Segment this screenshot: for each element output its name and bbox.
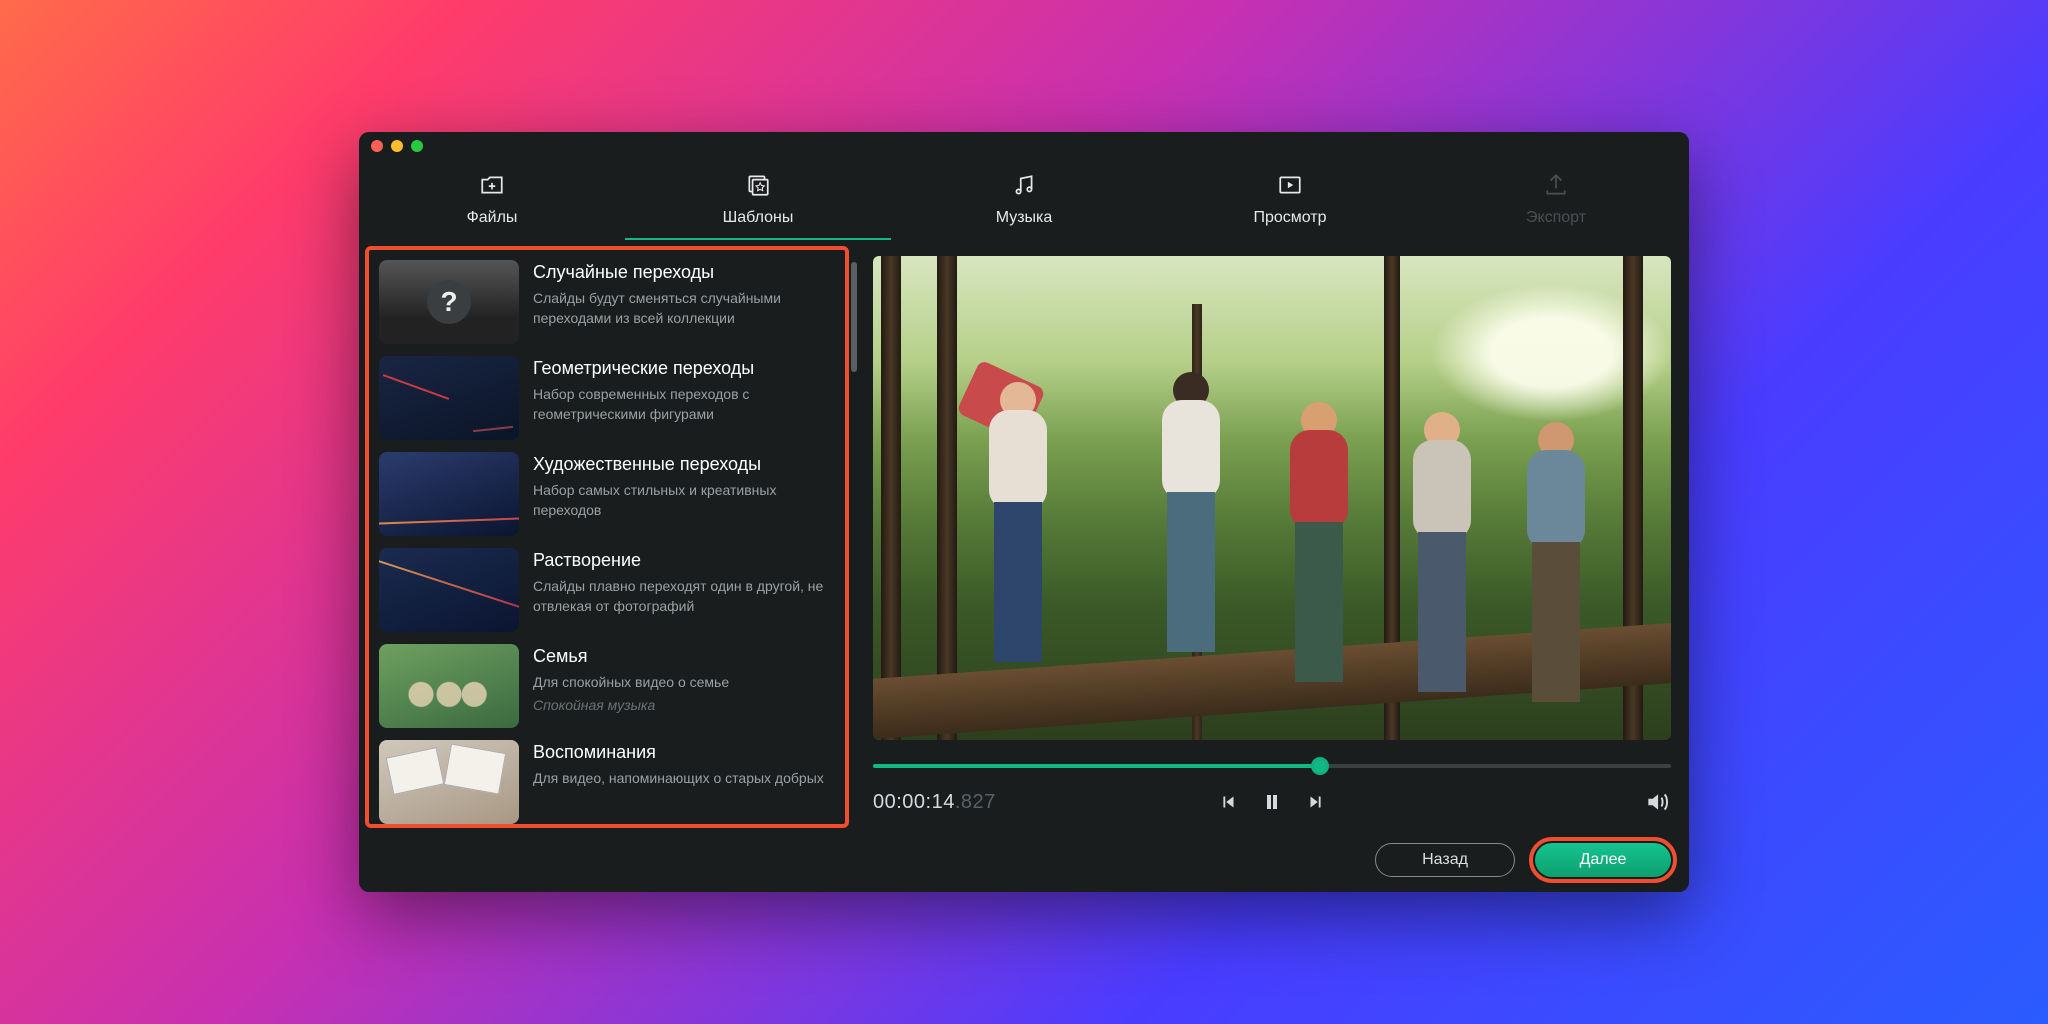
template-item-family[interactable]: Семья Для спокойных видео о семье Спокой…: [379, 644, 837, 728]
progress-track[interactable]: [873, 764, 1671, 768]
template-item-memories[interactable]: Воспоминания Для видео, напоминающих о с…: [379, 740, 837, 824]
sidebar-wrapper: ? Случайные переходы Слайды будут сменят…: [359, 240, 859, 834]
preview-area: 00:00:14.827: [859, 240, 1689, 834]
template-desc: Слайды будут сменяться случайными перехо…: [533, 289, 837, 328]
template-thumb: [379, 548, 519, 632]
progress-fill: [873, 764, 1320, 768]
template-desc: Набор самых стильных и креативных перехо…: [533, 481, 837, 520]
template-title: Геометрические переходы: [533, 358, 837, 379]
template-item-random[interactable]: ? Случайные переходы Слайды будут сменят…: [379, 260, 837, 344]
template-thumb: [379, 356, 519, 440]
templates-icon: [745, 172, 771, 203]
play-controls: [1215, 789, 1329, 815]
titlebar: [359, 132, 1689, 160]
export-icon: [1543, 172, 1569, 203]
window-minimize-button[interactable]: [391, 140, 403, 152]
sidebar-scrollbar[interactable]: [849, 246, 859, 828]
next-button-highlight: Далее: [1529, 837, 1677, 883]
tab-export-label: Экспорт: [1526, 209, 1586, 227]
timecode: 00:00:14.827: [873, 791, 996, 814]
timecode-ms: .827: [955, 791, 996, 813]
pause-button[interactable]: [1259, 789, 1285, 815]
tab-preview[interactable]: Просмотр: [1157, 160, 1423, 240]
template-thumb: [379, 740, 519, 824]
window-maximize-button[interactable]: [411, 140, 423, 152]
preview-image: [873, 256, 1671, 740]
scrollbar-thumb[interactable]: [851, 262, 857, 372]
template-item-geometric[interactable]: Геометрические переходы Набор современны…: [379, 356, 837, 440]
template-desc: Набор современных переходов с геометриче…: [533, 385, 837, 424]
template-info: Геометрические переходы Набор современны…: [533, 356, 837, 440]
next-button[interactable]: Далее: [1535, 843, 1671, 877]
tab-templates-label: Шаблоны: [723, 209, 794, 227]
music-icon: [1011, 172, 1037, 203]
template-sidebar: ? Случайные переходы Слайды будут сменят…: [365, 246, 849, 828]
template-thumb: [379, 644, 519, 728]
playback-controls-row: 00:00:14.827: [873, 780, 1671, 824]
template-info: Воспоминания Для видео, напоминающих о с…: [533, 740, 837, 824]
files-icon: [479, 172, 505, 203]
step-back-button[interactable]: [1215, 789, 1241, 815]
template-title: Случайные переходы: [533, 262, 837, 283]
template-desc: Для спокойных видео о семье: [533, 673, 837, 693]
progress-bar[interactable]: [873, 740, 1671, 780]
progress-knob[interactable]: [1311, 757, 1329, 775]
template-hint: Спокойная музыка: [533, 697, 837, 713]
template-list[interactable]: ? Случайные переходы Слайды будут сменят…: [369, 250, 845, 824]
template-info: Семья Для спокойных видео о семье Спокой…: [533, 644, 837, 728]
template-info: Растворение Слайды плавно переходят один…: [533, 548, 837, 632]
template-thumb: [379, 452, 519, 536]
main-area: ? Случайные переходы Слайды будут сменят…: [359, 240, 1689, 834]
tab-files-label: Файлы: [467, 209, 518, 227]
back-button-label: Назад: [1422, 851, 1468, 869]
tab-music-label: Музыка: [996, 209, 1053, 227]
template-desc: Для видео, напоминающих о старых добрых: [533, 769, 837, 789]
window-close-button[interactable]: [371, 140, 383, 152]
timecode-main: 00:00:14: [873, 791, 955, 813]
preview-icon: [1277, 172, 1303, 203]
template-title: Растворение: [533, 550, 837, 571]
app-window: Файлы Шаблоны Музыка Просмотр Экспорт: [359, 132, 1689, 892]
template-info: Художественные переходы Набор самых стил…: [533, 452, 837, 536]
back-button[interactable]: Назад: [1375, 843, 1515, 877]
tab-templates[interactable]: Шаблоны: [625, 160, 891, 240]
template-title: Семья: [533, 646, 837, 667]
tab-music[interactable]: Музыка: [891, 160, 1157, 240]
template-title: Художественные переходы: [533, 454, 837, 475]
top-tabs: Файлы Шаблоны Музыка Просмотр Экспорт: [359, 160, 1689, 240]
template-item-artistic[interactable]: Художественные переходы Набор самых стил…: [379, 452, 837, 536]
next-button-label: Далее: [1580, 851, 1627, 869]
question-mark-icon: ?: [427, 280, 471, 324]
preview-canvas[interactable]: [873, 256, 1671, 740]
template-desc: Слайды плавно переходят один в другой, н…: [533, 577, 837, 616]
template-thumb: ?: [379, 260, 519, 344]
tab-files[interactable]: Файлы: [359, 160, 625, 240]
template-info: Случайные переходы Слайды будут сменятьс…: [533, 260, 837, 344]
template-title: Воспоминания: [533, 742, 837, 763]
tab-preview-label: Просмотр: [1253, 209, 1326, 227]
wizard-footer: Назад Далее: [359, 834, 1689, 892]
volume-button[interactable]: [1643, 788, 1671, 816]
step-forward-button[interactable]: [1303, 789, 1329, 815]
tab-export: Экспорт: [1423, 160, 1689, 240]
template-item-dissolve[interactable]: Растворение Слайды плавно переходят один…: [379, 548, 837, 632]
